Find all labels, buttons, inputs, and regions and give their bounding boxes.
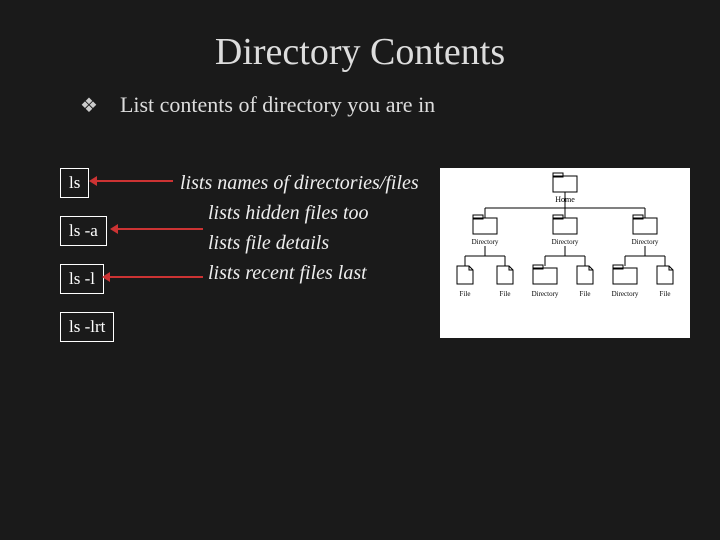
command-ls-a: ls -a [60,216,107,246]
desc-ls-l: lists file details [208,228,419,258]
svg-text:File: File [660,290,671,298]
page-title: Directory Contents [0,0,720,84]
command-ls: ls [60,168,89,198]
svg-text:Directory: Directory [532,290,559,298]
command-ls-l: ls -l [60,264,104,294]
svg-text:Directory: Directory [552,238,579,246]
subtitle-text: List contents of directory you are in [120,92,435,118]
arrow-icon [95,180,173,182]
descriptions: lists names of directories/files lists h… [180,168,419,288]
svg-text:File: File [500,290,511,298]
directory-tree-diagram: Home Directory Directory [440,168,690,338]
svg-text:File: File [580,290,591,298]
svg-text:Directory: Directory [632,238,659,246]
subtitle-row: ❖ List contents of directory you are in [80,92,720,118]
desc-ls: lists names of directories/files [180,168,419,198]
content-area: ls ls -a ls -l ls -lrt lists names of di… [0,158,720,518]
command-ls-lrt: ls -lrt [60,312,114,342]
svg-text:Directory: Directory [472,238,499,246]
desc-ls-lrt: lists recent files last [208,258,419,288]
bullet-icon: ❖ [80,93,98,118]
desc-ls-a: lists hidden files too [208,198,419,228]
slide: Directory Contents ❖ List contents of di… [0,0,720,540]
svg-text:File: File [460,290,471,298]
svg-text:Directory: Directory [612,290,639,298]
